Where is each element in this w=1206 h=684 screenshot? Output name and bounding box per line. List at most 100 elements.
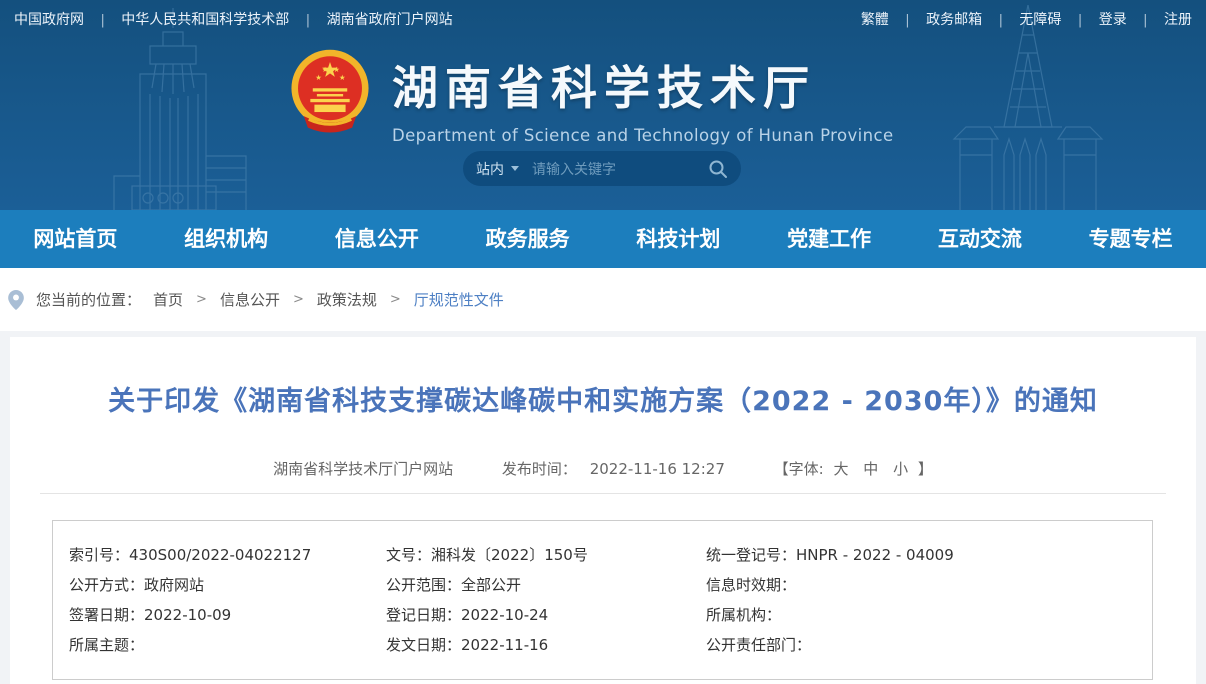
breadcrumb-separator: > <box>293 292 304 307</box>
svg-text:★: ★ <box>322 65 329 74</box>
field-label: 公开责任部门： <box>706 636 811 654</box>
field-label: 发文日期： <box>386 636 461 654</box>
nav-item-interaction[interactable]: 互动交流 <box>905 210 1056 268</box>
national-emblem-logo[interactable]: ★ ★ ★ ★ <box>289 47 371 145</box>
field-label: 所属主题： <box>69 636 144 654</box>
document-meta-table: 索引号：430S00/2022-04022127 文号：湘科发〔2022〕150… <box>52 520 1153 680</box>
nav-item-home[interactable]: 网站首页 <box>0 210 151 268</box>
topbar-link-login[interactable]: 登录 <box>1099 12 1127 28</box>
field-issue-date: 发文日期：2022-11-16 <box>386 630 706 660</box>
font-size-medium-button[interactable]: 中 <box>863 460 878 478</box>
field-registration-date: 登记日期：2022-10-24 <box>386 600 706 630</box>
publish-time-value: 2022-11-16 12:27 <box>590 460 725 478</box>
topbar-link-most[interactable]: 中华人民共和国科学技术部 <box>121 12 289 28</box>
nav-item-sci-tech-programs[interactable]: 科技计划 <box>603 210 754 268</box>
field-value: HNPR - 2022 - 04009 <box>796 546 954 564</box>
breadcrumb-prefix: 您当前的位置： <box>36 289 141 310</box>
breadcrumb-item-normative-docs[interactable]: 厅规范性文件 <box>414 289 504 310</box>
field-value: 2022-11-16 <box>461 636 548 654</box>
article-meta: 湖南省科学技术厅门户网站 发布时间： 2022-11-16 12:27 【字体:… <box>10 458 1196 479</box>
field-value: 2022-10-24 <box>461 606 548 624</box>
separator: | <box>999 13 1003 28</box>
article-card: 关于印发《湖南省科技支撑碳达峰碳中和实施方案（2022 - 2030年）》的通知… <box>10 337 1196 684</box>
field-label: 公开范围： <box>386 576 461 594</box>
separator: | <box>905 13 909 28</box>
nav-item-info-disclosure[interactable]: 信息公开 <box>302 210 453 268</box>
search-button[interactable] <box>708 159 728 179</box>
search-scope-label: 站内 <box>476 159 504 179</box>
font-size-open-bracket: 【字体: <box>774 460 824 478</box>
font-size-large-button[interactable]: 大 <box>833 460 848 478</box>
site-search: 站内 <box>463 151 741 186</box>
search-scope-dropdown[interactable]: 站内 <box>476 159 519 179</box>
field-affiliated-org: 所属机构： <box>706 600 1142 630</box>
field-label: 索引号： <box>69 546 129 564</box>
meta-divider <box>40 493 1166 494</box>
separator: | <box>1078 13 1082 28</box>
field-unified-reg-number: 统一登记号：HNPR - 2022 - 04009 <box>706 540 1142 570</box>
field-responsible-dept: 公开责任部门： <box>706 630 1142 660</box>
field-label: 信息时效期： <box>706 576 796 594</box>
separator: | <box>100 13 104 28</box>
breadcrumb-separator: > <box>196 292 207 307</box>
field-value: 2022-10-09 <box>144 606 231 624</box>
field-value: 政府网站 <box>144 576 204 594</box>
field-value: 湘科发〔2022〕150号 <box>431 546 588 564</box>
field-disclosure-method: 公开方式：政府网站 <box>69 570 386 600</box>
breadcrumb-item-home[interactable]: 首页 <box>153 289 183 310</box>
search-input[interactable] <box>532 161 708 177</box>
field-label: 所属机构： <box>706 606 781 624</box>
field-label: 登记日期： <box>386 606 461 624</box>
field-label: 公开方式： <box>69 576 144 594</box>
topbar-link-china-gov[interactable]: 中国政府网 <box>14 12 84 28</box>
field-label: 签署日期： <box>69 606 144 624</box>
table-row: 签署日期：2022-10-09 登记日期：2022-10-24 所属机构： <box>69 600 1142 630</box>
field-index-number: 索引号：430S00/2022-04022127 <box>69 540 386 570</box>
svg-text:★: ★ <box>339 73 346 82</box>
main-nav: 网站首页 组织机构 信息公开 政务服务 科技计划 党建工作 互动交流 专题专栏 <box>0 210 1206 268</box>
topbar: 中国政府网 | 中华人民共和国科学技术部 | 湖南省政府门户网站 繁體 | 政务… <box>0 0 1206 38</box>
field-disclosure-scope: 公开范围：全部公开 <box>386 570 706 600</box>
location-pin-icon <box>8 290 24 310</box>
nav-item-special-columns[interactable]: 专题专栏 <box>1055 210 1206 268</box>
topbar-link-mailbox[interactable]: 政务邮箱 <box>926 12 982 28</box>
topbar-link-traditional[interactable]: 繁體 <box>861 12 889 28</box>
nav-item-gov-services[interactable]: 政务服务 <box>452 210 603 268</box>
field-label: 统一登记号： <box>706 546 796 564</box>
separator: | <box>1143 13 1147 28</box>
publish-time-group: 发布时间： 2022-11-16 12:27 <box>502 460 730 478</box>
search-icon <box>708 159 728 179</box>
table-row: 索引号：430S00/2022-04022127 文号：湘科发〔2022〕150… <box>69 540 1142 570</box>
topbar-link-accessibility[interactable]: 无障碍 <box>1019 12 1061 28</box>
breadcrumb-item-info-disclosure[interactable]: 信息公开 <box>220 289 280 310</box>
site-header: 中国政府网 | 中华人民共和国科学技术部 | 湖南省政府门户网站 繁體 | 政务… <box>0 0 1206 210</box>
font-size-small-button[interactable]: 小 <box>893 460 908 478</box>
field-topic: 所属主题： <box>69 630 386 660</box>
field-signing-date: 签署日期：2022-10-09 <box>69 600 386 630</box>
breadcrumb: 您当前的位置： 首页 > 信息公开 > 政策法规 > 厅规范性文件 <box>0 268 1206 331</box>
field-label: 文号： <box>386 546 431 564</box>
chevron-down-icon <box>511 166 519 171</box>
topbar-link-hunan-gov[interactable]: 湖南省政府门户网站 <box>327 12 453 28</box>
publish-time-label: 发布时间： <box>502 460 577 478</box>
topbar-right-links: 繁體 | 政务邮箱 | 无障碍 | 登录 | 注册 <box>861 9 1192 29</box>
topbar-link-register[interactable]: 注册 <box>1164 12 1192 28</box>
separator: | <box>306 13 310 28</box>
site-title-group[interactable]: 湖南省科学技术厅 Department of Science and Techn… <box>392 52 894 145</box>
topbar-left-links: 中国政府网 | 中华人民共和国科学技术部 | 湖南省政府门户网站 <box>14 9 453 29</box>
font-size-controls: 【字体: 大 中 小 】 <box>774 460 933 478</box>
breadcrumb-separator: > <box>390 292 401 307</box>
nav-item-party-building[interactable]: 党建工作 <box>754 210 905 268</box>
nav-item-organization[interactable]: 组织机构 <box>151 210 302 268</box>
article-title: 关于印发《湖南省科技支撑碳达峰碳中和实施方案（2022 - 2030年）》的通知 <box>10 337 1196 420</box>
field-doc-number: 文号：湘科发〔2022〕150号 <box>386 540 706 570</box>
table-row: 公开方式：政府网站 公开范围：全部公开 信息时效期： <box>69 570 1142 600</box>
breadcrumb-item-policies[interactable]: 政策法规 <box>317 289 377 310</box>
font-size-close-bracket: 】 <box>918 460 933 478</box>
site-name-english: Department of Science and Technology of … <box>392 126 894 145</box>
field-validity-period: 信息时效期： <box>706 570 1142 600</box>
masthead: ★ ★ ★ ★ 湖南省科学技术厅 Department of Science a… <box>0 38 1206 210</box>
table-row: 所属主题： 发文日期：2022-11-16 公开责任部门： <box>69 630 1142 660</box>
field-value: 全部公开 <box>461 576 521 594</box>
article-source: 湖南省科学技术厅门户网站 <box>273 460 453 478</box>
